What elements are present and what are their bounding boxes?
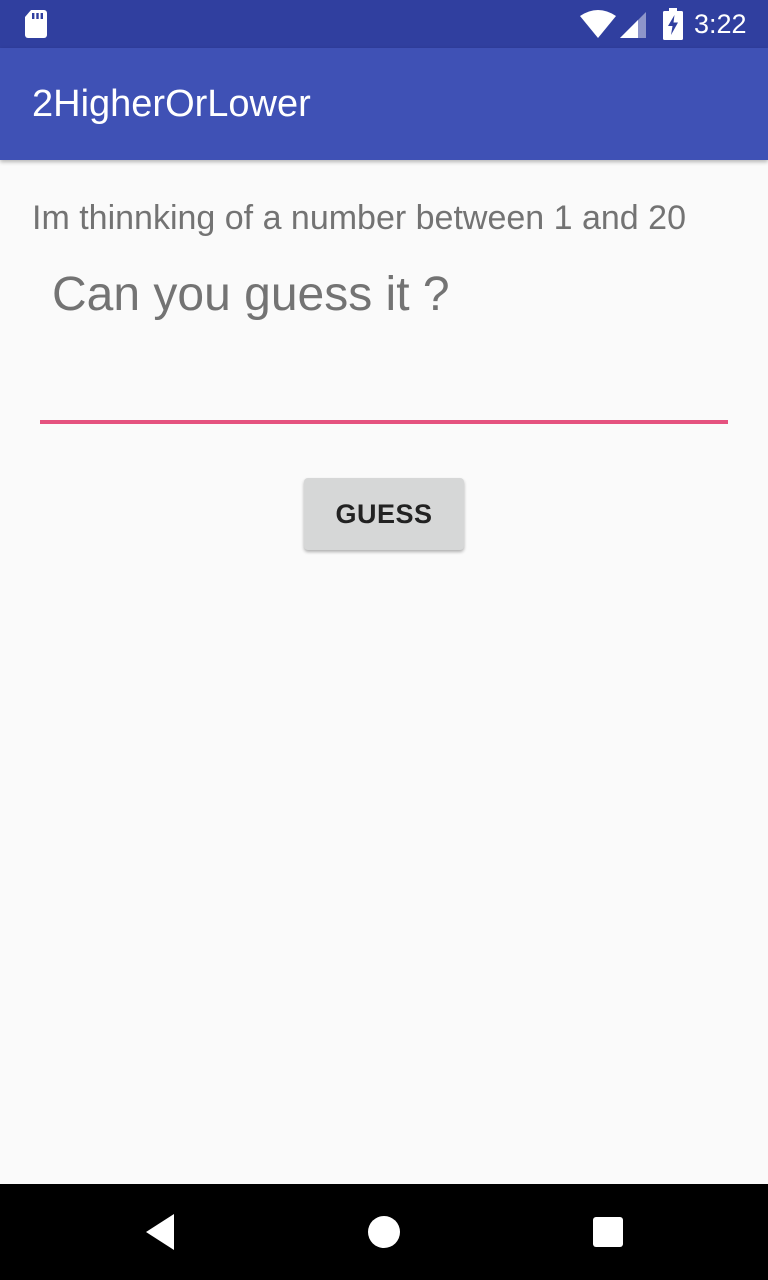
guess-input[interactable]: [40, 360, 728, 424]
home-icon[interactable]: [364, 1212, 404, 1252]
nav-bar: [0, 1184, 768, 1280]
battery-charging-icon: [663, 8, 683, 40]
question-text: Can you guess it ?: [52, 268, 450, 321]
app-bar: 2HigherOrLower: [0, 48, 768, 160]
screen: 3:22 2HigherOrLower Im thinnking of a nu…: [0, 0, 768, 1280]
prompt-text: Im thinnking of a number between 1 and 2…: [32, 199, 686, 237]
status-clock: 3:22: [694, 9, 747, 39]
sd-card-icon: [25, 10, 47, 38]
app-title: 2HigherOrLower: [32, 83, 311, 125]
cell-signal-icon: [620, 12, 646, 38]
back-icon[interactable]: [140, 1210, 180, 1254]
guess-button[interactable]: GUESS: [304, 478, 464, 550]
recents-icon[interactable]: [592, 1216, 624, 1248]
wifi-icon: [580, 10, 616, 38]
status-bar: 3:22: [0, 0, 768, 48]
